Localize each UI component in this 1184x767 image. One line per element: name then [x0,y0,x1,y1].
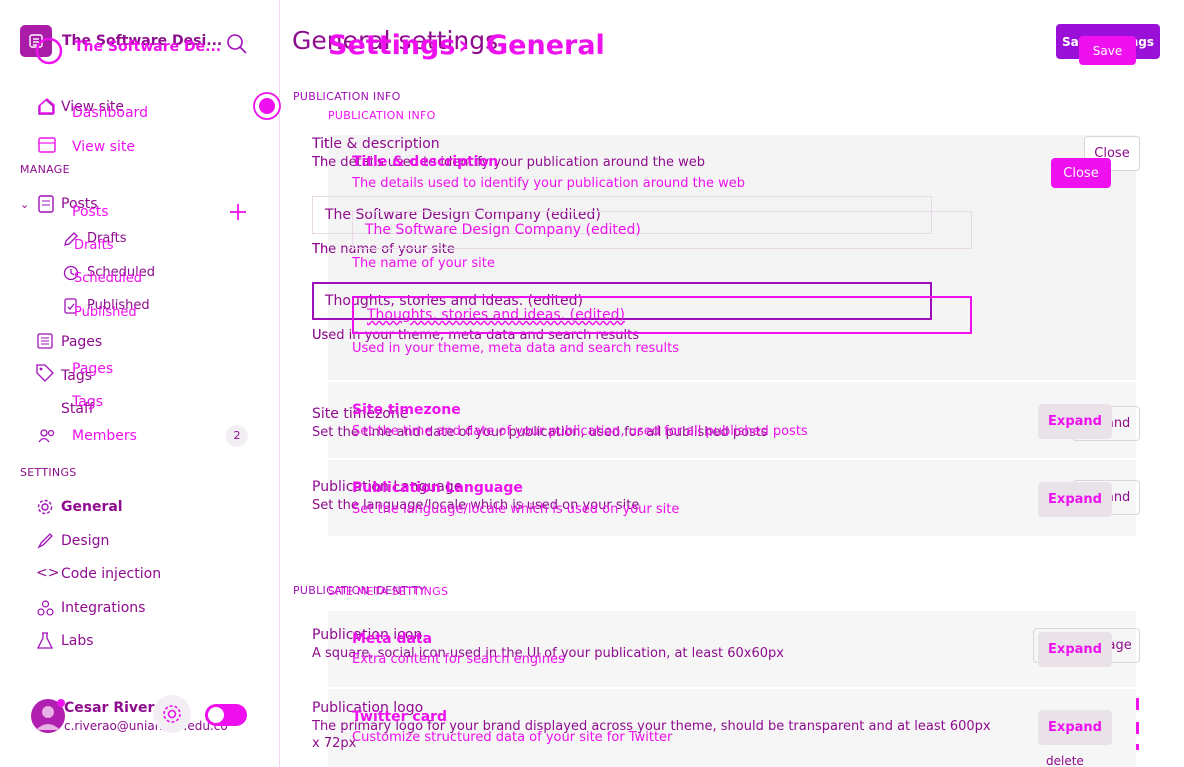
edge-marker-3 [1136,744,1139,750]
home-icon [37,98,55,116]
posts-icon [38,195,54,213]
members-count-badge: 2 [226,425,248,447]
chevron-down-icon[interactable]: ⌄ [20,198,29,211]
sidebar-item-code-injection[interactable]: Code injection [61,566,161,582]
publication-info-heading-overlay: PUBLICATION INFO [328,109,436,122]
code-icon: <> [36,565,60,581]
close-button-top[interactable]: Close [1084,136,1140,171]
sidebar-item-integrations[interactable]: Integrations [61,600,145,616]
sidebar-item-published[interactable]: Published [87,298,150,313]
upload-image-button[interactable]: Upload Image [1033,628,1140,663]
sidebar-item-labs[interactable]: Labs [61,633,94,649]
sidebar: The Software Desi... View site MANAGE ⌄ … [0,0,280,767]
meta-panel [328,611,1136,687]
published-icon [63,298,79,314]
sidebar-item-general[interactable]: General [61,499,123,515]
twitter-panel [328,689,1136,767]
language-panel [328,460,1136,536]
sidebar-item-posts[interactable]: Posts [61,196,98,212]
site-meta-heading: SITE META SETTINGS [328,585,449,598]
language-expand-button[interactable]: Expand [1072,480,1140,515]
sidebar-item-members[interactable]: Members [72,428,137,444]
ghost-logo-icon[interactable] [20,25,52,57]
timezone-panel [328,382,1136,458]
tag-icon [36,364,54,382]
sidebar-item-scheduled[interactable]: Scheduled [87,265,155,280]
edge-marker-2 [1136,722,1139,734]
search-icon[interactable] [226,33,248,55]
breadcrumb-current: General [486,30,605,61]
members-icon [38,429,56,443]
edge-marker-1 [1136,698,1139,710]
avatar[interactable] [30,698,66,734]
save-settings-button[interactable]: Save settings [1056,24,1160,59]
sidebar-item-drafts[interactable]: Drafts [87,231,127,246]
publication-identity-heading: PUBLICATION IDENTITY [293,584,426,597]
user-email: c.riverao@uniandes.edu.co [64,719,228,733]
timezone-expand-button[interactable]: Expand [1072,406,1140,441]
settings-gear-button[interactable] [153,695,191,733]
gear-icon [37,499,53,515]
labs-icon [37,632,53,649]
app-name: The Software Desi... [62,33,223,49]
pages-icon [37,333,53,349]
integrations-icon [37,600,54,616]
title-desc-panel [328,135,1136,380]
user-name: Cesar Rivera [64,700,164,716]
sidebar-item-view-site[interactable]: View site [61,99,124,115]
pen-icon [63,231,79,247]
settings-heading: SETTINGS [20,466,77,479]
sidebar-item-tags[interactable]: Tags [61,368,92,384]
publication-info-heading: PUBLICATION INFO [293,90,401,103]
manage-heading: MANAGE [20,163,70,176]
clock-icon [63,265,79,281]
sidebar-item-staff[interactable]: Staff [61,401,94,417]
brush-icon [37,533,53,549]
dark-mode-toggle[interactable] [205,704,247,726]
page-title: General settings [292,26,499,55]
sidebar-item-pages[interactable]: Pages [61,334,102,350]
sidebar-item-design[interactable]: Design [61,533,109,549]
